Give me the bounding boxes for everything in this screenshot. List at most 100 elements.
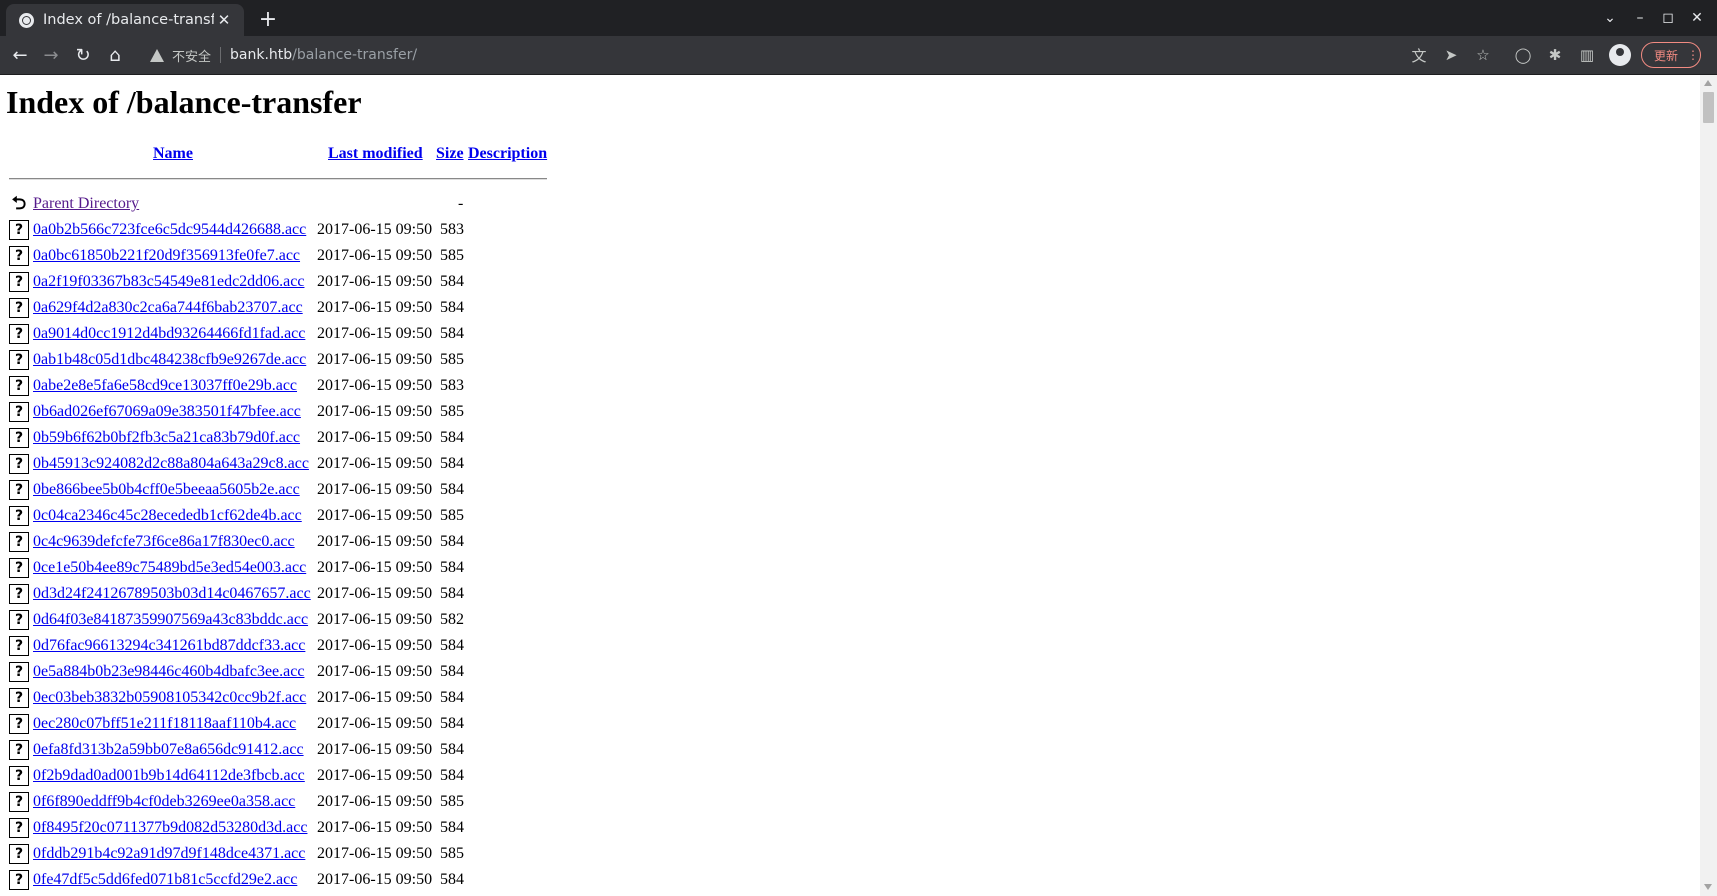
warning-icon[interactable] xyxy=(150,48,164,62)
file-link[interactable]: 0a0bc61850b221f20d9f356913fe0fe7.acc xyxy=(33,247,300,265)
column-header-size[interactable]: Size xyxy=(436,145,464,163)
menu-dots-icon[interactable]: ⋮ xyxy=(1687,48,1699,62)
unknown-file-icon: ? xyxy=(9,636,29,656)
maximize-icon[interactable]: ◻ xyxy=(1654,6,1682,30)
file-link[interactable]: 0d64f03e84187359907569a43c83bddc.acc xyxy=(33,611,308,629)
vertical-scrollbar[interactable] xyxy=(1700,75,1717,896)
file-link[interactable]: 0c04ca2346c45c28ecededb1cf62de4b.acc xyxy=(33,507,302,525)
file-size: 585 xyxy=(440,793,464,810)
file-link[interactable]: 0b6ad026ef67069a09e383501f47bfee.acc xyxy=(33,403,301,421)
unknown-file-icon: ? xyxy=(9,454,29,474)
update-label: 更新 xyxy=(1654,48,1679,63)
send-icon[interactable]: ➤ xyxy=(1441,45,1461,65)
file-link[interactable]: 0a629f4d2a830c2ca6a744f6bab23707.acc xyxy=(33,299,303,317)
back-icon[interactable]: ← xyxy=(6,41,34,69)
file-size: 584 xyxy=(440,767,464,784)
file-modified: 2017-06-15 09:50 xyxy=(317,845,433,862)
unknown-file-icon: ? xyxy=(9,584,29,604)
browser-toolbar: ← → ↻ ⌂ 不安全 bank.htb/balance-transfer/ 文… xyxy=(0,36,1717,75)
reload-icon[interactable]: ↻ xyxy=(69,41,97,69)
unknown-file-icon: ? xyxy=(9,558,29,578)
file-size: 583 xyxy=(440,221,464,238)
file-modified: 2017-06-15 09:50 xyxy=(317,637,433,654)
file-size: 584 xyxy=(440,585,464,602)
file-modified: 2017-06-15 09:50 xyxy=(317,767,433,784)
parent-size: - xyxy=(458,195,464,212)
unknown-file-icon: ? xyxy=(9,532,29,552)
file-modified: 2017-06-15 09:50 xyxy=(317,507,433,524)
file-size: 584 xyxy=(440,455,464,472)
column-header-name[interactable]: Name xyxy=(153,145,193,163)
file-link[interactable]: 0d3d24f24126789503b03d14c0467657.acc xyxy=(33,585,311,603)
file-modified: 2017-06-15 09:50 xyxy=(317,455,433,472)
parent-directory-link[interactable]: Parent Directory xyxy=(33,195,139,213)
file-modified: 2017-06-15 09:50 xyxy=(317,533,433,550)
page-title: Index of /balance-transfer xyxy=(6,84,362,120)
tab-title: Index of /balance-transfer xyxy=(43,12,214,28)
unknown-file-icon: ? xyxy=(9,870,29,890)
scroll-down-icon[interactable] xyxy=(1704,884,1712,890)
file-size: 584 xyxy=(440,559,464,576)
file-modified: 2017-06-15 09:50 xyxy=(317,715,433,732)
extensions-puzzle-icon[interactable]: ✱ xyxy=(1545,45,1565,65)
file-link[interactable]: 0b45913c924082d2c88a804a643a29c8.acc xyxy=(33,455,309,473)
security-label[interactable]: 不安全 xyxy=(172,46,211,65)
extension-circle-icon[interactable]: ◯ xyxy=(1513,45,1533,65)
file-link[interactable]: 0d76fac96613294c341261bd87ddcf33.acc xyxy=(33,637,305,655)
globe-icon xyxy=(19,12,34,28)
file-link[interactable]: 0fddb291b4c92a91d97d9f148dce4371.acc xyxy=(33,845,305,863)
unknown-file-icon: ? xyxy=(9,662,29,682)
window-close-icon[interactable]: ✕ xyxy=(1683,6,1711,30)
scroll-up-icon[interactable] xyxy=(1704,80,1712,86)
file-link[interactable]: 0ec280c07bff51e211f18118aaf110b4.acc xyxy=(33,715,296,733)
file-size: 585 xyxy=(440,845,464,862)
url-host[interactable]: bank.htb xyxy=(230,47,292,63)
file-link[interactable]: 0b59b6f62b0bf2fb3c5a21ca83b79d0f.acc xyxy=(33,429,300,447)
file-size: 584 xyxy=(440,819,464,836)
side-panel-icon[interactable]: ▥ xyxy=(1577,45,1597,65)
file-modified: 2017-06-15 09:50 xyxy=(317,429,433,446)
unknown-file-icon: ? xyxy=(9,272,29,292)
file-link[interactable]: 0a2f19f03367b83c54549e81edc2dd06.acc xyxy=(33,273,304,291)
browser-tab[interactable]: Index of /balance-transfer ✕ xyxy=(6,4,244,36)
new-tab-button[interactable]: + xyxy=(255,6,281,32)
file-size: 584 xyxy=(440,273,464,290)
file-size: 584 xyxy=(440,299,464,316)
column-header-last-modified[interactable]: Last modified xyxy=(328,145,423,163)
scrollbar-thumb[interactable] xyxy=(1703,92,1714,123)
file-link[interactable]: 0f2b9dad0ad001b9b14d64112de3fbcb.acc xyxy=(33,767,305,785)
file-link[interactable]: 0ab1b48c05d1dbc484238cfb9e9267de.acc xyxy=(33,351,306,369)
file-link[interactable]: 0be866bee5b0b4cff0e5beeaa5605b2e.acc xyxy=(33,481,300,499)
file-link[interactable]: 0a0b2b566c723fce6c5dc9544d426688.acc xyxy=(33,221,306,239)
translate-icon[interactable]: 文 xyxy=(1409,45,1429,65)
close-tab-icon[interactable]: ✕ xyxy=(214,10,234,30)
file-modified: 2017-06-15 09:50 xyxy=(317,793,433,810)
unknown-file-icon: ? xyxy=(9,220,29,240)
tab-search-icon[interactable]: ⌄ xyxy=(1596,6,1624,30)
file-link[interactable]: 0fe47df5c5dd6fed071b81c5ccfd29e2.acc xyxy=(33,871,297,889)
unknown-file-icon: ? xyxy=(9,298,29,318)
address-bar[interactable]: 不安全 bank.htb/balance-transfer/ xyxy=(135,39,1385,71)
file-modified: 2017-06-15 09:50 xyxy=(317,871,433,888)
file-link[interactable]: 0e5a884b0b23e98446c460b4dbafc3ee.acc xyxy=(33,663,304,681)
bookmark-star-icon[interactable]: ☆ xyxy=(1473,45,1493,65)
file-link[interactable]: 0f8495f20c0711377b9d082d53280d3d.acc xyxy=(33,819,307,837)
file-link[interactable]: 0ec03beb3832b05908105342c0cc9b2f.acc xyxy=(33,689,306,707)
file-size: 582 xyxy=(440,611,464,628)
minimize-icon[interactable]: – xyxy=(1626,6,1654,30)
file-link[interactable]: 0a9014d0cc1912d4bd93264466fd1fad.acc xyxy=(33,325,305,343)
file-link[interactable]: 0ce1e50b4ee89c75489bd5e3ed54e003.acc xyxy=(33,559,306,577)
profile-avatar-icon[interactable] xyxy=(1609,44,1631,66)
file-link[interactable]: 0abe2e8e5fa6e58cd9ce13037ff0e29b.acc xyxy=(33,377,297,395)
url-path[interactable]: /balance-transfer/ xyxy=(292,47,417,63)
forward-icon[interactable]: → xyxy=(37,41,65,69)
update-button[interactable]: 更新 ⋮ xyxy=(1641,42,1701,68)
file-link[interactable]: 0c4c9639defcfe73f6ce86a17f830ec0.acc xyxy=(33,533,295,551)
column-header-description[interactable]: Description xyxy=(468,145,547,163)
file-link[interactable]: 0efa8fd313b2a59bb07e8a656dc91412.acc xyxy=(33,741,304,759)
unknown-file-icon: ? xyxy=(9,792,29,812)
back-folder-icon: ⮌ xyxy=(11,193,27,214)
file-link[interactable]: 0f6f890eddff9b4cf0deb3269ee0a358.acc xyxy=(33,793,295,811)
header-divider xyxy=(9,178,547,180)
home-icon[interactable]: ⌂ xyxy=(101,41,129,69)
